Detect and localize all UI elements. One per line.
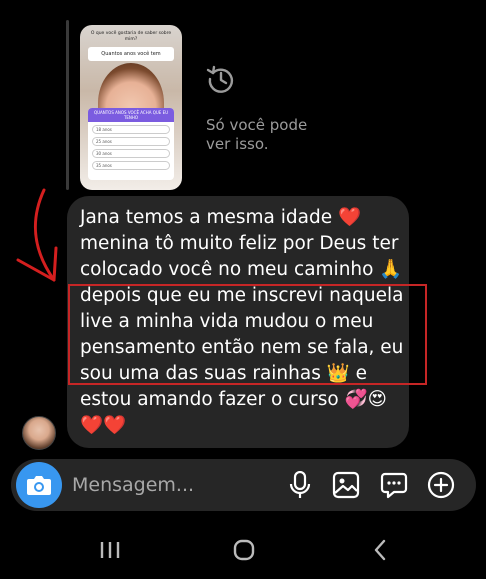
only-you-notice: Só você pode ver isso. xyxy=(206,116,308,153)
annotation-highlight-box xyxy=(68,284,427,385)
poll-option: 18 anos xyxy=(92,125,170,134)
poll-option: 35 anos xyxy=(92,161,170,170)
reply-indicator-line xyxy=(66,20,69,190)
story-thumbnail[interactable]: O que você gostaria de saber sobre mim? … xyxy=(80,25,182,190)
message-input[interactable] xyxy=(72,472,272,498)
recent-apps-icon xyxy=(100,542,120,558)
poll-header: QUANTOS ANOS VOCÊ ACHA QUE EU TENHO xyxy=(88,108,174,122)
chat-bubble-icon xyxy=(380,472,408,499)
poll-option: 25 anos xyxy=(92,137,170,146)
sticker-button[interactable] xyxy=(378,469,410,501)
story-question-sticker: Quantos anos você tem xyxy=(88,47,174,61)
camera-icon xyxy=(27,476,51,495)
annotation-arrow xyxy=(16,188,58,282)
poll-option: 30 anos xyxy=(92,149,170,158)
history-icon xyxy=(205,63,237,95)
recent-apps-button[interactable] xyxy=(90,530,130,570)
camera-button[interactable] xyxy=(16,462,62,508)
plus-circle-icon xyxy=(427,471,455,499)
story-question: O que você gostaria de saber sobre mim? xyxy=(90,31,172,42)
add-button[interactable] xyxy=(425,469,457,501)
home-icon xyxy=(233,539,255,561)
microphone-button[interactable] xyxy=(284,469,316,501)
story-poll: QUANTOS ANOS VOCÊ ACHA QUE EU TENHO 18 a… xyxy=(88,108,174,180)
back-button[interactable] xyxy=(360,530,400,570)
image-icon xyxy=(332,471,360,499)
back-icon xyxy=(374,539,386,561)
gallery-button[interactable] xyxy=(330,469,362,501)
home-button[interactable] xyxy=(224,530,264,570)
microphone-icon xyxy=(289,471,311,498)
avatar[interactable] xyxy=(22,416,56,450)
